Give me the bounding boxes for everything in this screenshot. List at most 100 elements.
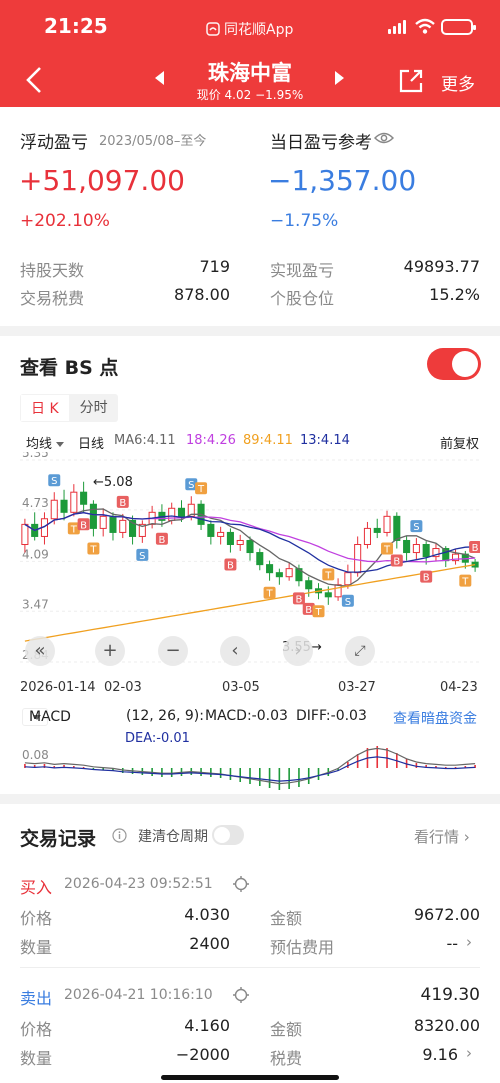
realized-pnl-label: 实现盈亏 bbox=[270, 261, 335, 280]
bs-marker-label: B bbox=[423, 573, 430, 584]
fee-value: 9.16 bbox=[422, 1045, 458, 1064]
bs-marker-label: T bbox=[383, 544, 391, 555]
current-price: 现价 4.02 −1.95% bbox=[196, 88, 304, 102]
amount-value: 8320.00 bbox=[413, 1016, 480, 1035]
battery-icon bbox=[441, 19, 476, 35]
day-pnl-percent: −1.75% bbox=[270, 211, 339, 231]
share-icon[interactable] bbox=[398, 68, 424, 94]
chevron-right-icon[interactable]: › bbox=[466, 933, 472, 951]
candle-body bbox=[217, 531, 225, 537]
macd-value: MACD:-0.03 bbox=[205, 708, 288, 724]
locate-icon[interactable] bbox=[232, 986, 250, 1004]
trade-datetime: 2026-04-21 10:16:10 bbox=[64, 987, 213, 1003]
records-title: 交易记录 bbox=[20, 828, 97, 850]
ma6-value: MA6:4.11 bbox=[114, 433, 176, 448]
trade-pnl: 419.30 bbox=[420, 985, 480, 1005]
tab-intraday[interactable]: 分时 bbox=[69, 394, 118, 422]
wifi-icon bbox=[415, 18, 435, 34]
app-source: 同花顺App bbox=[206, 19, 293, 39]
amount-label: 金额 bbox=[270, 1020, 303, 1039]
clear-cycle-toggle[interactable] bbox=[212, 825, 244, 845]
candle-body bbox=[70, 491, 78, 513]
clear-cycle-label: 建清仓周期 bbox=[138, 829, 208, 845]
price-label: 价格 bbox=[20, 909, 53, 928]
zoom-out-icon[interactable]: − bbox=[158, 636, 188, 666]
candle-body bbox=[226, 531, 234, 546]
top-header: 21:25 同花顺App 珠海中富 现价 4.02 −1.95% 更多 bbox=[0, 0, 500, 107]
candle-body bbox=[403, 539, 411, 554]
float-pnl-percent: +202.10% bbox=[20, 211, 110, 231]
period-label: 日线 bbox=[78, 437, 105, 452]
chart-controls: « + − ‹ › ⤢ bbox=[0, 636, 500, 666]
bs-marker-label: S bbox=[345, 597, 351, 608]
macd-params: (12, 26, 9): bbox=[126, 708, 204, 724]
y-tick-label: 5.35 bbox=[22, 452, 49, 460]
ma18-value: 18:4.26 bbox=[186, 433, 236, 448]
candle-body bbox=[177, 507, 186, 517]
zoom-in-icon[interactable]: + bbox=[95, 636, 125, 666]
position-summary: 浮动盈亏 2023/05/08–至今 当日盈亏参考 +51,097.00 −1,… bbox=[0, 107, 500, 326]
indicator-select[interactable]: 均线 bbox=[26, 433, 65, 452]
bs-marker-label: S bbox=[188, 480, 194, 491]
y-tick-label: 4.73 bbox=[22, 496, 49, 510]
next-stock-arrow-icon[interactable] bbox=[335, 71, 344, 85]
high-price-note: ←5.08 bbox=[93, 475, 133, 490]
bs-points-section: 查看 BS 点 日 K 分时 均线 日线 MA6:4.11 18:4.26 89… bbox=[0, 336, 500, 794]
candle-body bbox=[207, 523, 215, 537]
date-label: 02-03 bbox=[104, 680, 142, 695]
step-right-icon[interactable]: › bbox=[283, 636, 313, 666]
float-pnl-value: +51,097.00 bbox=[19, 164, 185, 197]
candle-body bbox=[363, 527, 371, 546]
qty-label: 数量 bbox=[20, 1049, 53, 1068]
qty-value: −2000 bbox=[175, 1045, 230, 1064]
trade-records: 交易记录 建清仓周期 看行情 › 买入 2026-04-23 09:52:51 … bbox=[0, 804, 500, 1083]
chevron-right-icon[interactable]: › bbox=[466, 1044, 472, 1062]
candle-body bbox=[383, 515, 391, 533]
macd-chart[interactable]: DEA:-0.01 0.08 bbox=[20, 728, 480, 798]
position-ratio-value: 15.2% bbox=[429, 285, 480, 304]
bs-marker-label: B bbox=[305, 605, 312, 616]
bs-marker-label: T bbox=[89, 544, 97, 555]
tax-fee-label: 交易税费 bbox=[20, 289, 85, 308]
date-axis: 2026-01-14 02-03 03-05 03-27 04-23 bbox=[0, 680, 500, 698]
date-label: 03-27 bbox=[338, 680, 376, 695]
candle-body bbox=[60, 499, 68, 513]
macd-select[interactable]: MACD bbox=[22, 708, 71, 726]
dark-pool-link[interactable]: 查看暗盘资金 bbox=[393, 708, 477, 728]
info-icon[interactable] bbox=[112, 828, 127, 843]
locate-icon[interactable] bbox=[232, 875, 250, 893]
candle-body bbox=[373, 527, 381, 533]
candle-body bbox=[305, 580, 313, 590]
candle-body bbox=[80, 491, 88, 505]
candle-body bbox=[422, 544, 430, 558]
app-name: 同花顺App bbox=[224, 22, 294, 38]
candle-body bbox=[89, 503, 97, 529]
candle-body bbox=[334, 584, 342, 598]
candle-body bbox=[119, 519, 127, 533]
candle-body bbox=[109, 515, 117, 533]
divider bbox=[20, 967, 480, 968]
step-left-icon[interactable]: ‹ bbox=[220, 636, 250, 666]
stock-name: 珠海中富 bbox=[208, 61, 292, 85]
bs-marker-label: T bbox=[314, 607, 322, 618]
fullscreen-icon[interactable]: ⤢ bbox=[345, 636, 375, 666]
tab-daily-k[interactable]: 日 K bbox=[20, 394, 70, 422]
qty-value: 2400 bbox=[189, 934, 230, 953]
bs-marker-label: B bbox=[295, 594, 302, 605]
eye-icon[interactable] bbox=[374, 131, 394, 145]
adjust-label[interactable]: 前复权 bbox=[440, 433, 479, 452]
day-pnl-value: −1,357.00 bbox=[268, 164, 417, 197]
bs-toggle[interactable] bbox=[427, 348, 481, 380]
view-quote-link[interactable]: 看行情 › bbox=[414, 826, 470, 847]
more-button[interactable]: 更多 bbox=[441, 70, 475, 95]
bs-marker-label: B bbox=[80, 520, 87, 531]
scroll-left-icon[interactable]: « bbox=[25, 636, 55, 666]
bs-marker-label: S bbox=[413, 522, 419, 533]
price-value: 4.160 bbox=[184, 1016, 230, 1035]
candle-body bbox=[275, 572, 283, 578]
bs-marker-label: T bbox=[266, 589, 274, 600]
trade-side-sell: 卖出 bbox=[20, 989, 53, 1008]
chart-tabs: 日 K 分时 bbox=[20, 394, 118, 422]
float-pnl-period: 2023/05/08–至今 bbox=[99, 134, 207, 149]
candle-body bbox=[266, 564, 274, 574]
